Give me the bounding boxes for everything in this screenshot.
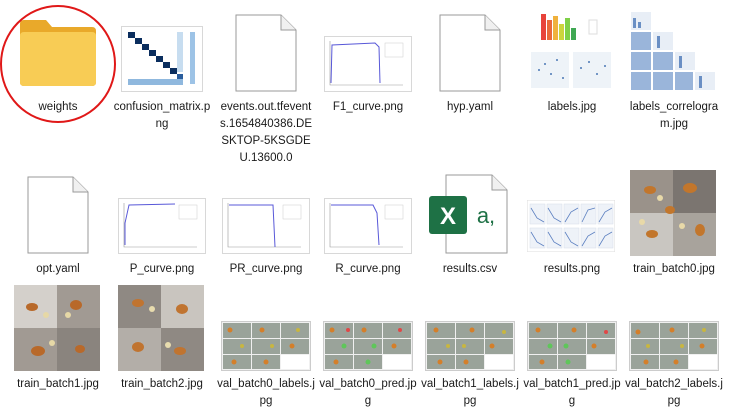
file-tfevents[interactable]: events.out.tfevents.1654840386.DESKTOP-5…	[216, 8, 316, 167]
file-pr-curve[interactable]: PR_curve.png	[216, 170, 316, 278]
blank-file-icon	[235, 14, 297, 92]
file-train-batch0[interactable]: train_batch0.jpg	[624, 170, 724, 278]
svg-text:a,: a,	[477, 203, 495, 228]
file-train-batch1[interactable]: train_batch1.jpg	[8, 285, 108, 393]
file-labels-jpg[interactable]: labels.jpg	[522, 8, 622, 116]
image-thumbnail	[630, 170, 716, 256]
folder-icon	[20, 20, 96, 86]
file-name: R_curve.png	[335, 263, 401, 275]
image-thumbnail	[527, 321, 617, 371]
file-val-batch1-labels[interactable]: val_batch1_labels.jpg	[420, 285, 520, 410]
image-thumbnail	[221, 321, 311, 371]
image-thumbnail	[629, 321, 719, 371]
image-thumbnail	[324, 36, 412, 92]
blank-file-icon	[27, 176, 89, 254]
excel-icon: X a,	[429, 174, 508, 254]
file-confusion-matrix[interactable]: confusion_matrix.png	[112, 8, 212, 133]
file-train-batch2[interactable]: train_batch2.jpg	[112, 285, 212, 393]
file-opt-yaml[interactable]: opt.yaml	[8, 170, 108, 278]
blank-file-icon	[439, 14, 501, 92]
image-thumbnail	[222, 198, 310, 254]
file-name: P_curve.png	[129, 263, 195, 275]
file-name: val_batch0_labels.jpg	[217, 378, 315, 407]
file-name: hyp.yaml	[446, 101, 494, 113]
image-thumbnail	[527, 8, 615, 94]
file-r-curve[interactable]: R_curve.png	[318, 170, 418, 278]
file-name: train_batch1.jpg	[17, 378, 99, 390]
file-val-batch1-pred[interactable]: val_batch1_pred.jpg	[522, 285, 622, 410]
file-val-batch0-labels[interactable]: val_batch0_labels.jpg	[216, 285, 316, 410]
file-name: confusion_matrix.png	[113, 101, 211, 130]
file-name: F1_curve.png	[332, 101, 404, 113]
image-thumbnail	[324, 198, 412, 254]
image-thumbnail	[118, 198, 206, 254]
file-weights[interactable]: weights	[8, 8, 108, 116]
file-val-batch2-labels[interactable]: val_batch2_labels.jpg	[624, 285, 724, 410]
file-name: events.out.tfevents.1654840386.DESKTOP-5…	[219, 101, 313, 164]
file-results-csv[interactable]: X a, results.csv	[420, 170, 520, 278]
file-name: results.png	[543, 263, 601, 275]
image-thumbnail	[425, 321, 515, 371]
file-name: labels_correlogram.jpg	[629, 101, 719, 130]
image-thumbnail	[121, 26, 203, 92]
file-name: PR_curve.png	[229, 263, 303, 275]
file-name: val_batch2_labels.jpg	[625, 378, 723, 407]
file-labels-correlogram[interactable]: labels_correlogram.jpg	[624, 8, 724, 133]
file-name: results.csv	[442, 263, 498, 275]
file-name: weights	[38, 101, 78, 113]
file-name: val_batch0_pred.jpg	[319, 378, 417, 407]
file-results-png[interactable]: results.png	[522, 170, 622, 278]
image-thumbnail	[527, 200, 615, 252]
file-name: train_batch0.jpg	[633, 263, 715, 275]
image-thumbnail	[118, 285, 204, 371]
file-hyp-yaml[interactable]: hyp.yaml	[420, 8, 520, 116]
image-thumbnail	[14, 285, 100, 371]
file-name: val_batch1_pred.jpg	[523, 378, 621, 407]
svg-text:X: X	[440, 203, 456, 230]
image-thumbnail	[629, 10, 717, 94]
image-thumbnail	[323, 321, 413, 371]
file-name: val_batch1_labels.jpg	[421, 378, 519, 407]
file-name: train_batch2.jpg	[121, 378, 203, 390]
file-name: labels.jpg	[547, 101, 597, 113]
file-f1-curve[interactable]: F1_curve.png	[318, 8, 418, 116]
file-p-curve[interactable]: P_curve.png	[112, 170, 212, 278]
file-name: opt.yaml	[36, 263, 80, 275]
file-val-batch0-pred[interactable]: val_batch0_pred.jpg	[318, 285, 418, 410]
